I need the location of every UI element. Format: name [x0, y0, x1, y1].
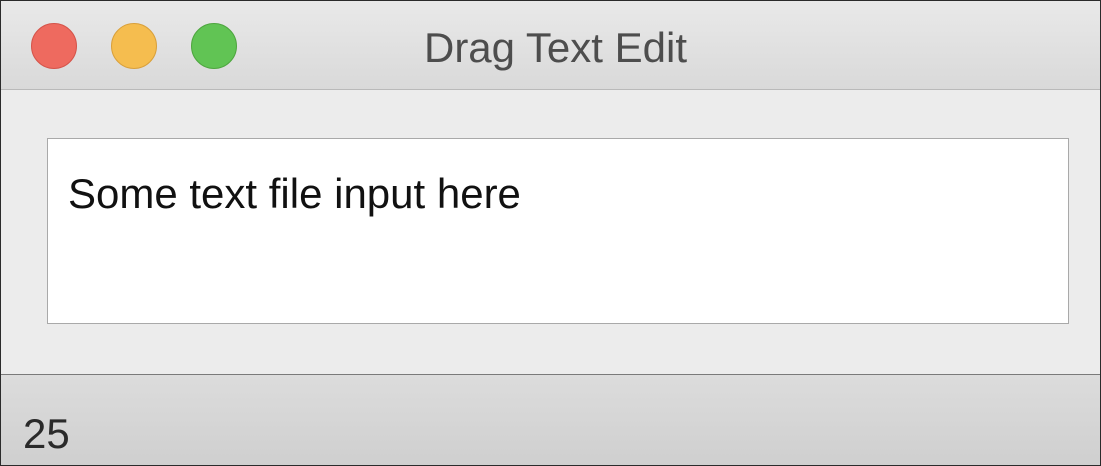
window-title: Drag Text Edit — [423, 24, 687, 71]
app-window: Drag Text Edit Some text file input here… — [0, 0, 1101, 466]
title-bar[interactable]: Drag Text Edit — [1, 1, 1100, 90]
text-edit-area[interactable]: Some text file input here — [47, 138, 1069, 324]
content-area: Some text file input here — [1, 90, 1100, 374]
status-bar: 25 — [1, 374, 1100, 465]
status-count: 25 — [23, 410, 70, 457]
